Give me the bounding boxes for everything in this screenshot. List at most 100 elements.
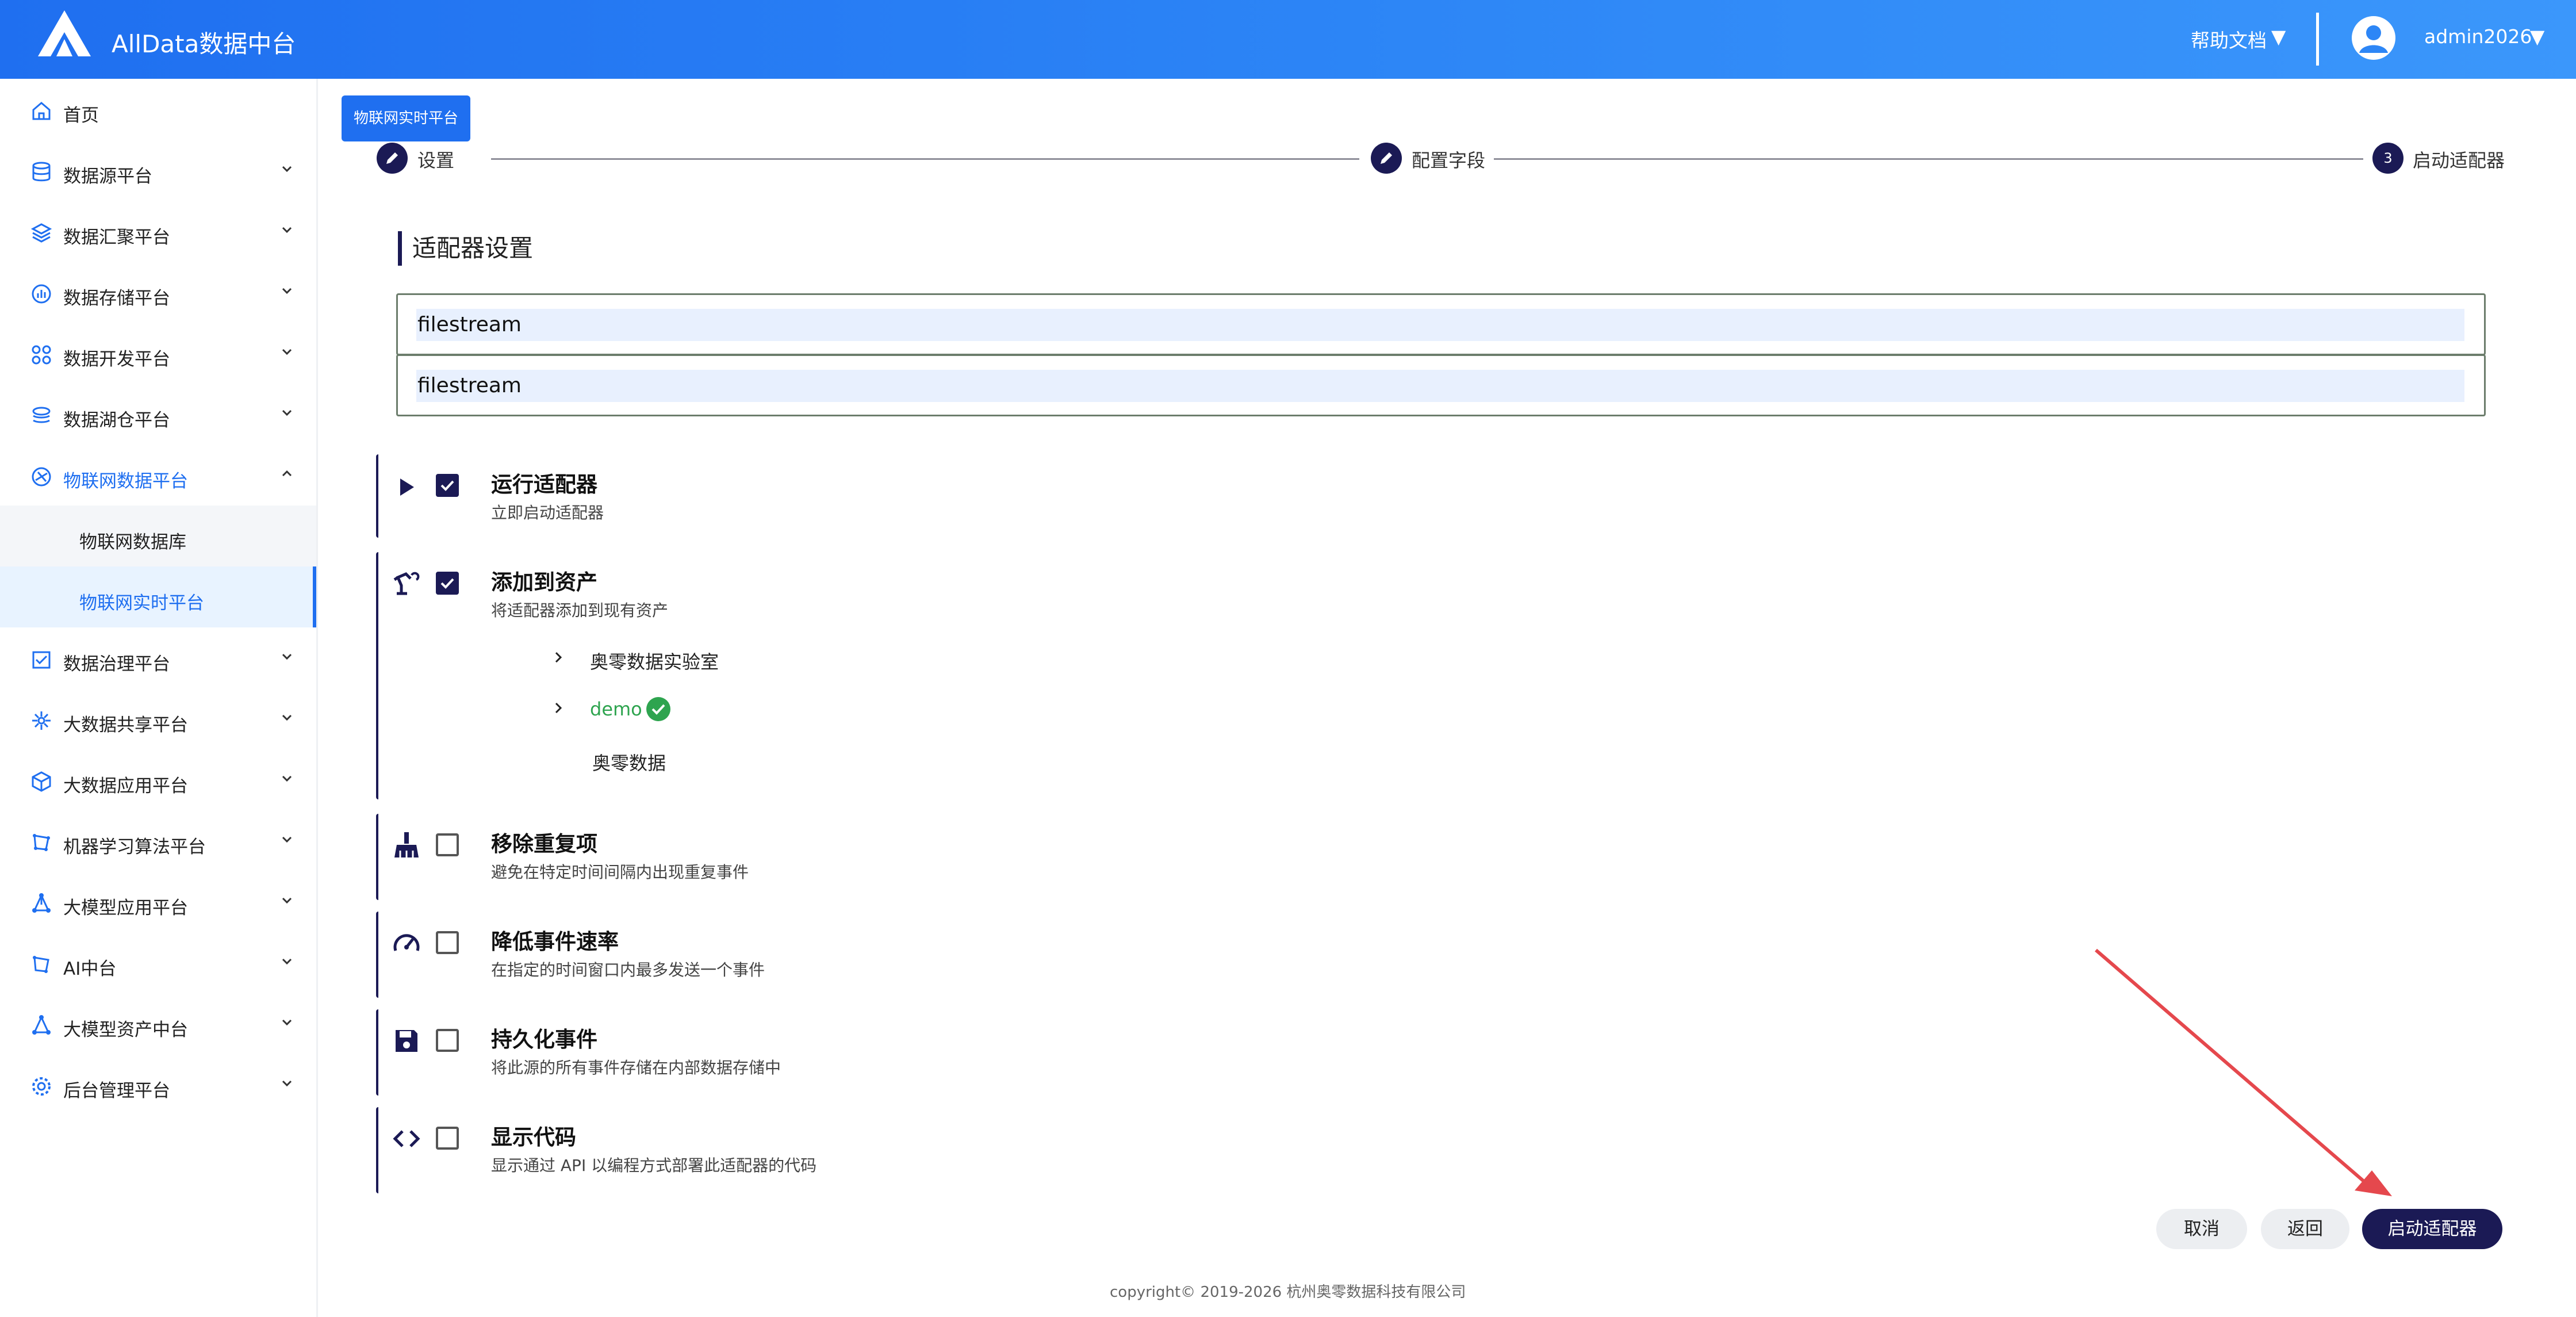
option-title: 运行适配器 bbox=[491, 472, 597, 497]
sidebar: 首页 数据源平台 数据汇聚平台 数据存储平台 数据开发平台 数据湖仓平台 物联网… bbox=[0, 79, 318, 1317]
sidebar-item-application[interactable]: 大数据应用平台 bbox=[0, 749, 316, 810]
chevron-right-icon[interactable] bbox=[550, 649, 567, 666]
sidebar-subitem-label: 物联网实时平台 bbox=[79, 593, 204, 614]
share-icon bbox=[32, 711, 51, 730]
sidebar-item-label: 物联网数据平台 bbox=[63, 471, 188, 492]
show-code-checkbox[interactable] bbox=[436, 1127, 459, 1150]
username-label[interactable]: admin2026 bbox=[2424, 25, 2532, 48]
sidebar-subitem-iot-database[interactable]: 物联网数据库 bbox=[0, 506, 316, 566]
adapter-name-value[interactable]: filestream bbox=[416, 309, 2464, 341]
option-desc: 显示通过 API 以编程方式部署此适配器的代码 bbox=[491, 1156, 817, 1175]
back-button[interactable]: 返回 bbox=[2261, 1209, 2349, 1249]
sidebar-item-lakehouse[interactable]: 数据湖仓平台 bbox=[0, 384, 316, 445]
sidebar-item-ai[interactable]: AI中台 bbox=[0, 932, 316, 993]
sidebar-subitem-label: 物联网数据库 bbox=[79, 532, 186, 553]
chevron-down-icon bbox=[282, 227, 292, 233]
adapter-description-field[interactable]: filestream bbox=[396, 354, 2486, 416]
add-to-asset-checkbox[interactable] bbox=[436, 572, 459, 595]
option-bar bbox=[376, 454, 378, 538]
chevron-down-icon bbox=[282, 897, 292, 904]
ml-icon bbox=[33, 834, 50, 851]
option-desc: 立即启动适配器 bbox=[491, 503, 604, 522]
section-title: 适配器设置 bbox=[398, 231, 533, 266]
sidebar-item-home[interactable]: 首页 bbox=[0, 79, 316, 140]
option-run-adapter: 运行适配器 立即启动适配器 bbox=[376, 454, 2101, 538]
sidebar-item-label: 数据治理平台 bbox=[63, 654, 170, 675]
step-3-label: 启动适配器 bbox=[2413, 150, 2505, 171]
cube-icon bbox=[32, 771, 51, 792]
sidebar-item-sharing[interactable]: 大数据共享平台 bbox=[0, 688, 316, 749]
cancel-button[interactable]: 取消 bbox=[2156, 1209, 2247, 1249]
sidebar-item-ml[interactable]: 机器学习算法平台 bbox=[0, 810, 316, 871]
step-2-label: 配置字段 bbox=[1412, 150, 1486, 171]
sidebar-item-label: 后台管理平台 bbox=[63, 1081, 170, 1101]
page-tab-tag[interactable]: 物联网实时平台 bbox=[342, 95, 470, 141]
reduce-event-rate-checkbox[interactable] bbox=[436, 931, 459, 954]
layers-icon bbox=[30, 223, 52, 243]
chevron-down-icon bbox=[282, 714, 292, 721]
asset-icon bbox=[32, 1015, 51, 1035]
alldata-logo-icon[interactable] bbox=[38, 10, 91, 56]
network-icon bbox=[32, 893, 51, 913]
sidebar-item-llm-app[interactable]: 大模型应用平台 bbox=[0, 871, 316, 932]
option-add-to-asset: 添加到资产 将适配器添加到现有资产 奥零数据实验室 demo 奥零数据 bbox=[376, 552, 2101, 799]
step-1-edit-icon[interactable] bbox=[377, 143, 408, 174]
sidebar-item-label: 数据源平台 bbox=[63, 166, 152, 187]
sidebar-item-development[interactable]: 数据开发平台 bbox=[0, 323, 316, 384]
sidebar-item-label: 大模型应用平台 bbox=[63, 898, 188, 918]
code-icon bbox=[393, 1130, 420, 1147]
help-caret-icon[interactable]: ▼ bbox=[2271, 25, 2286, 48]
persist-events-checkbox[interactable] bbox=[436, 1029, 459, 1052]
option-title: 显示代码 bbox=[491, 1125, 576, 1150]
option-desc: 将此源的所有事件存储在内部数据存储中 bbox=[491, 1058, 781, 1077]
app-title[interactable]: AllData数据中台 bbox=[112, 25, 296, 60]
apps-icon bbox=[32, 345, 51, 365]
option-title: 持久化事件 bbox=[491, 1027, 597, 1052]
option-remove-duplicates: 移除重复项 避免在特定时间间隔内出现重复事件 bbox=[376, 814, 2101, 900]
asset-tree-item-selected[interactable]: demo bbox=[590, 698, 642, 720]
sidebar-item-storage[interactable]: 数据存储平台 bbox=[0, 262, 316, 323]
option-title: 移除重复项 bbox=[491, 832, 597, 856]
user-avatar-icon[interactable] bbox=[2351, 15, 2397, 61]
remove-duplicates-checkbox[interactable] bbox=[436, 833, 459, 856]
chevron-down-icon bbox=[282, 349, 292, 355]
chevron-down-icon bbox=[282, 775, 292, 782]
sidebar-item-governance[interactable]: 数据治理平台 bbox=[0, 627, 316, 688]
chevron-down-icon bbox=[282, 288, 292, 294]
user-caret-icon[interactable]: ▼ bbox=[2530, 25, 2544, 48]
sidebar-item-label: 机器学习算法平台 bbox=[63, 837, 206, 857]
lake-icon bbox=[32, 407, 51, 423]
option-desc: 将适配器添加到现有资产 bbox=[491, 601, 669, 620]
chevron-right-icon[interactable] bbox=[550, 699, 567, 717]
adapter-description-value[interactable]: filestream bbox=[416, 370, 2464, 402]
chevron-down-icon bbox=[282, 166, 292, 173]
sidebar-subitem-iot-realtime[interactable]: 物联网实时平台 bbox=[0, 566, 316, 627]
step-3-number[interactable]: 3 bbox=[2372, 143, 2404, 174]
option-desc: 在指定的时间窗口内最多发送一个事件 bbox=[491, 960, 765, 979]
chevron-down-icon bbox=[282, 836, 292, 843]
chevron-up-icon bbox=[282, 470, 292, 477]
option-show-code: 显示代码 显示通过 API 以编程方式部署此适配器的代码 bbox=[376, 1107, 2101, 1193]
run-adapter-checkbox[interactable] bbox=[436, 474, 459, 497]
chevron-down-icon bbox=[282, 409, 292, 416]
header-divider bbox=[2316, 13, 2319, 66]
sidebar-item-aggregation[interactable]: 数据汇聚平台 bbox=[0, 201, 316, 262]
sidebar-item-label: 大数据共享平台 bbox=[63, 715, 188, 736]
step-connector bbox=[1494, 158, 2363, 160]
sidebar-item-admin[interactable]: 后台管理平台 bbox=[0, 1054, 316, 1115]
step-1-label: 设置 bbox=[417, 150, 455, 171]
sidebar-item-label: 数据湖仓平台 bbox=[63, 410, 170, 431]
asset-tree-item[interactable]: 奥零数据实验室 bbox=[590, 648, 719, 674]
sidebar-item-label: AI中台 bbox=[63, 959, 117, 979]
footer-copyright: copyright© 2019-2026 杭州奥零数据科技有限公司 bbox=[1110, 1284, 1466, 1301]
checklist-icon bbox=[32, 651, 51, 669]
sidebar-item-datasource[interactable]: 数据源平台 bbox=[0, 140, 316, 201]
sidebar-item-iot[interactable]: 物联网数据平台 bbox=[0, 445, 316, 506]
chevron-down-icon bbox=[282, 1019, 292, 1026]
adapter-name-field[interactable]: filestream bbox=[396, 293, 2486, 355]
step-2-edit-icon[interactable] bbox=[1371, 143, 1402, 174]
asset-tree-item[interactable]: 奥零数据 bbox=[592, 749, 666, 775]
start-adapter-button[interactable]: 启动适配器 bbox=[2362, 1209, 2502, 1249]
sidebar-item-llm-asset[interactable]: 大模型资产中台 bbox=[0, 993, 316, 1054]
help-docs-link[interactable]: 帮助文档 bbox=[2191, 25, 2267, 53]
